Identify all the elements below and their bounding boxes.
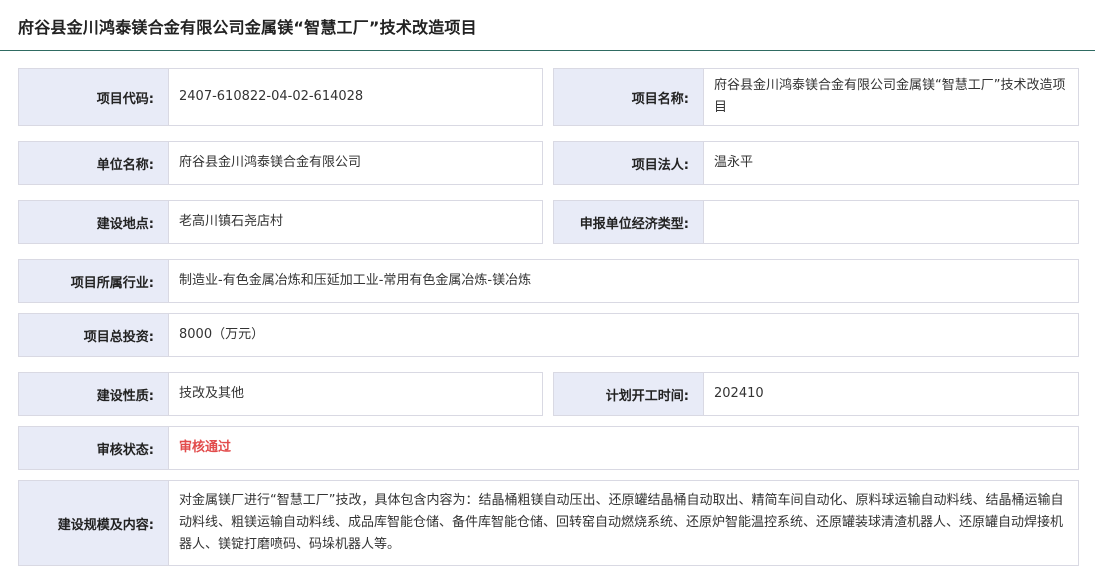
project-name-label: 项目名称:: [553, 68, 704, 126]
legal-person-value: 温永平: [703, 141, 1079, 185]
nature-label: 建设性质:: [18, 372, 169, 416]
scale-content-value: 对金属镁厂进行“智慧工厂”技改，具体包含内容为：结晶桶粗镁自动压出、还原罐结晶桶…: [168, 480, 1079, 566]
project-code-label: 项目代码:: [18, 68, 169, 126]
title-divider: [0, 50, 1095, 51]
scale-content-label: 建设规模及内容:: [18, 480, 169, 566]
review-status-cell: 审核通过: [168, 426, 1079, 470]
investment-label: 项目总投资:: [18, 313, 169, 357]
investment-value: 8000（万元）: [168, 313, 1079, 357]
review-status-badge: 审核通过: [179, 440, 232, 455]
location-value: 老高川镇石尧店村: [168, 200, 543, 244]
start-time-label: 计划开工时间:: [553, 372, 704, 416]
page-title: 府谷县金川鸿泰镁合金有限公司金属镁“智慧工厂”技术改造项目: [18, 18, 477, 37]
economic-type-value: [703, 200, 1079, 244]
start-time-value: 202410: [703, 372, 1079, 416]
legal-person-label: 项目法人:: [553, 141, 704, 185]
project-name-value: 府谷县金川鸿泰镁合金有限公司金属镁“智慧工厂”技术改造项目: [703, 68, 1079, 126]
project-code-value: 2407-610822-04-02-614028: [168, 68, 543, 126]
review-status-label: 审核状态:: [18, 426, 169, 470]
nature-value: 技改及其他: [168, 372, 543, 416]
industry-label: 项目所属行业:: [18, 259, 169, 303]
industry-value: 制造业-有色金属冶炼和压延加工业-常用有色金属冶炼-镁冶炼: [168, 259, 1079, 303]
unit-name-value: 府谷县金川鸿泰镁合金有限公司: [168, 141, 543, 185]
unit-name-label: 单位名称:: [18, 141, 169, 185]
location-label: 建设地点:: [18, 200, 169, 244]
economic-type-label: 申报单位经济类型:: [553, 200, 704, 244]
